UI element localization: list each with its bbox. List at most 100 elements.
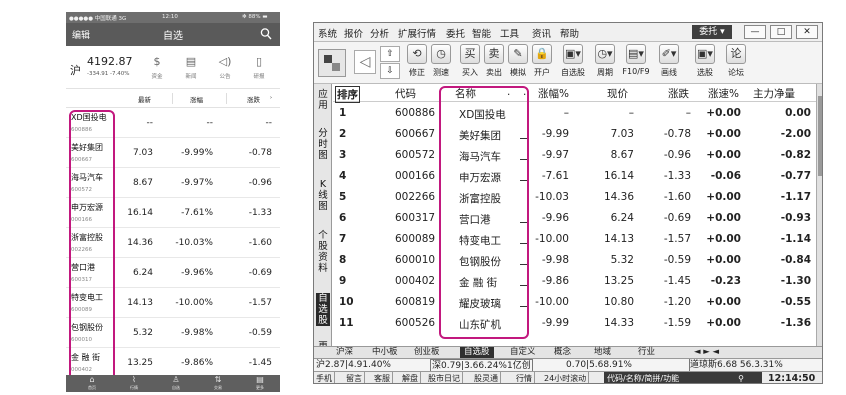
search-icon[interactable] <box>260 27 272 41</box>
stock-price: 16.14 <box>127 208 153 218</box>
menu-item[interactable]: 智能 <box>472 26 491 40</box>
market-tab[interactable]: 创业板 <box>414 347 440 358</box>
table-row[interactable]: 3 600572 海马汽车 -9.97 8.67 -0.96 +0.00 -0.82 <box>333 146 816 167</box>
menu-item[interactable]: 帮助 <box>560 26 579 40</box>
stock-picker-button[interactable]: ▣▾ 选股 <box>691 44 719 82</box>
col-pct[interactable]: 涨幅% <box>538 86 569 101</box>
clock-text: 12:10 <box>162 14 178 20</box>
fund-flow-button[interactable]: $ 资金 <box>142 54 172 80</box>
watchlist-button[interactable]: ▣▾ 自选股 <box>559 44 587 82</box>
back-button[interactable]: ◁ <box>354 50 376 74</box>
table-row[interactable]: 9 000402 金 融 街 -9.86 13.25 -1.45 -0.23 -1.30 <box>333 272 816 293</box>
table-row[interactable]: 6 600317 营口港 -9.96 6.24 -0.69 +0.00 -0.93 <box>333 209 816 230</box>
menu-item[interactable]: 资讯 <box>532 26 551 40</box>
news-button[interactable]: ▤ 新闻 <box>176 54 206 80</box>
market-tab[interactable]: 概念 <box>554 347 571 358</box>
open-account-button[interactable]: 🔒 开户 <box>528 44 556 82</box>
search-icon[interactable]: ⚲ <box>734 372 748 383</box>
col-price[interactable]: 现价 <box>607 86 628 101</box>
announcement-button[interactable]: ◁) 公告 <box>210 54 240 80</box>
col-change[interactable]: 涨跌 <box>247 94 260 104</box>
forum-button[interactable]: 论论坛 <box>722 44 750 82</box>
search-box[interactable]: 代码/名称/简拼/功能 ⚲ <box>604 372 762 383</box>
table-row[interactable]: 10 600819 耀皮玻璃 -10.00 10.80 -1.20 +0.00 -0.55 <box>333 293 816 314</box>
page-up-icon[interactable]: ⇧ <box>380 46 400 62</box>
status-item[interactable]: 24小时滚动 <box>542 372 590 383</box>
page-down-icon[interactable]: ⇩ <box>380 63 400 79</box>
side-tab[interactable]: 个股资料 <box>316 230 330 274</box>
status-item[interactable]: 手机 <box>314 372 335 383</box>
name-column-highlight <box>69 110 115 384</box>
status-item[interactable]: 股市日记 <box>426 372 463 383</box>
market-tab[interactable]: 地域 <box>594 347 611 358</box>
side-tab[interactable]: K线图 <box>316 179 330 212</box>
change-cell: – <box>685 107 691 119</box>
market-tab[interactable]: 中小板 <box>372 347 398 358</box>
status-item[interactable]: 留言 <box>344 372 365 383</box>
draw-line-button[interactable]: ✐▾ 画线 <box>655 44 683 82</box>
f10-button[interactable]: ▤▾ F10/F9 <box>622 44 650 82</box>
menu-item[interactable]: 扩展行情 <box>398 26 436 40</box>
row-number: 7 <box>339 233 347 245</box>
col-main-flow[interactable]: 主力净量 <box>753 86 795 101</box>
tab-more[interactable]: ▤ 更多 <box>240 375 280 392</box>
code-cell: 600819 <box>395 296 436 308</box>
status-item[interactable]: 股灵通 <box>472 372 501 383</box>
side-tab[interactable]: 分时图 <box>316 128 330 161</box>
market-icon: ⌇ <box>132 375 136 384</box>
research-report-button[interactable]: ▯ 研报 <box>244 54 274 80</box>
table-row[interactable]: 5 002266 浙富控股 -10.03 14.36 -1.60 +0.00 -1.17 <box>333 188 816 209</box>
table-row[interactable]: 2 600667 美好集团 -9.99 7.03 -0.78 +0.00 -2.00 <box>333 125 816 146</box>
status-item[interactable]: 客服 <box>372 372 393 383</box>
table-row[interactable]: 4 000166 申万宏源 -7.61 16.14 -1.33 -0.06 -0.77 <box>333 167 816 188</box>
market-tab[interactable]: 自定义 <box>510 347 536 358</box>
index-summary[interactable]: 沪 4192.87 -334.91 -7.40% $ 资金 ▤ 新闻 ◁) 公告… <box>66 46 280 89</box>
side-tab[interactable]: 应用 <box>316 89 330 111</box>
maximize-icon[interactable]: □ <box>770 25 792 39</box>
table-row[interactable]: 11 600526 山东矿机 -9.99 14.33 -1.59 +0.00 -1.36 <box>333 314 816 335</box>
col-speed[interactable]: 涨速% <box>708 86 739 101</box>
tab-user[interactable]: ♙ 自选 <box>156 375 196 392</box>
table-row[interactable]: 8 600010 包钢股份 -9.98 5.32 -0.59 +0.00 -0.84 <box>333 251 816 272</box>
status-item[interactable]: 行情 <box>514 372 535 383</box>
status-item[interactable]: 解盘 <box>400 372 421 383</box>
tab-home[interactable]: ⌂ 首页 <box>72 375 112 392</box>
entrust-button[interactable]: 委托 ▾ <box>692 25 732 39</box>
stock-pct: -9.96% <box>181 268 213 278</box>
side-tab[interactable]: 自选股 <box>316 293 330 326</box>
stock-price: 13.25 <box>127 358 153 368</box>
row-number: 8 <box>339 254 347 266</box>
tab-trade[interactable]: ⇅ 交易 <box>198 375 238 392</box>
menu-item[interactable]: 分析 <box>370 26 389 40</box>
col-code[interactable]: 代码 <box>395 86 416 101</box>
menu-item[interactable]: 系统 <box>318 26 337 40</box>
toolbar-label: F10/F9 <box>622 67 650 76</box>
forum-icon: 论 <box>726 44 746 64</box>
col-pct[interactable]: 涨幅 <box>190 94 203 104</box>
col-rank[interactable]: 排序 <box>335 86 360 103</box>
market-tab[interactable]: 沪深 <box>336 347 353 358</box>
tab-market[interactable]: ⌇ 行情 <box>114 375 154 392</box>
col-change[interactable]: 涨跌 <box>668 86 689 101</box>
index-ticker: 沪2.87|4.91.40% 深0.79|3.66.24%1亿创 0.70|5.… <box>314 358 822 373</box>
speed-test-button[interactable]: ◷ 测速 <box>427 44 455 82</box>
table-row[interactable]: 1 600886 XD国投电 – – – +0.00 0.00 <box>333 104 816 125</box>
table-row[interactable]: 7 600089 特变电工 -10.00 14.13 -1.57 +0.00 -1.14 <box>333 230 816 251</box>
period-button[interactable]: ◷▾ 周期 <box>591 44 619 82</box>
stock-change: -- <box>265 118 273 128</box>
speed-cell: +0.00 <box>706 317 741 329</box>
col-latest[interactable]: 最新 <box>138 94 151 104</box>
market-tab[interactable]: 自选股 <box>460 347 494 358</box>
market-tab[interactable]: 行业 <box>638 347 655 358</box>
vertical-scrollbar[interactable] <box>816 84 822 346</box>
carrier-text: ●●●●● 中国联通 3G <box>69 16 127 22</box>
list-header: 最新 涨幅 涨跌 › <box>66 89 280 108</box>
menu-item[interactable]: 工具 <box>500 26 519 40</box>
close-icon[interactable]: ✕ <box>796 25 818 39</box>
speed-cell: +0.00 <box>706 128 741 140</box>
market-tab[interactable]: ◄ ► ◄ <box>694 347 719 358</box>
menu-item[interactable]: 报价 <box>344 26 363 40</box>
minimize-icon[interactable]: — <box>744 25 766 39</box>
layout-icon[interactable] <box>318 49 346 77</box>
menu-item[interactable]: 委托 <box>446 26 465 40</box>
